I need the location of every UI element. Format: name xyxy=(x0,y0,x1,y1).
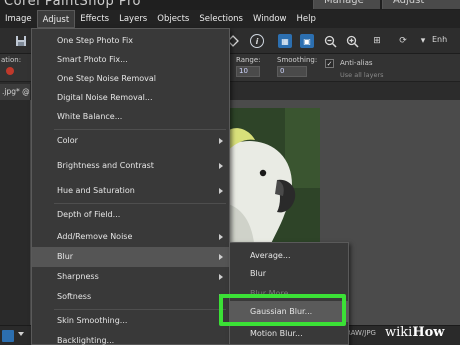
red-tool-icon[interactable] xyxy=(6,67,14,75)
menu-item-add-remove-noise[interactable]: Add/Remove Noise xyxy=(32,227,229,247)
zoom-out-icon[interactable] xyxy=(323,34,337,48)
info-icon[interactable]: i xyxy=(250,34,264,48)
menu-item-depth-of-field[interactable]: Depth of Field... xyxy=(32,205,229,225)
histogram-icon[interactable]: ▦ xyxy=(278,34,292,48)
menu-item-white-balance[interactable]: White Balance... xyxy=(32,107,229,127)
use-all-layers-label: Use all layers xyxy=(340,71,384,79)
submenu-item-blur[interactable]: Blur xyxy=(230,263,348,284)
status-file-type: RAW/JPG xyxy=(346,329,376,337)
workspace-tab-manage[interactable]: Manage xyxy=(313,0,380,9)
app-title: Corel PaintShop Pro xyxy=(4,0,141,9)
menu-objects[interactable]: Objects xyxy=(152,10,194,28)
panel-toggle-icon[interactable] xyxy=(2,330,14,342)
menu-layers[interactable]: Layers xyxy=(114,10,152,28)
menu-item-one-step-photo-fix[interactable]: One Step Photo Fix xyxy=(32,31,229,51)
refresh-icon[interactable]: ⟳ xyxy=(396,34,410,48)
menu-item-one-step-noise-removal[interactable]: One Step Noise Removal xyxy=(32,69,229,89)
menu-item-skin-smoothing[interactable]: Skin Smoothing... xyxy=(32,311,229,331)
submenu-arrow-icon xyxy=(219,234,223,240)
range-label: Range: xyxy=(236,56,261,64)
menu-separator xyxy=(54,129,226,130)
smoothing-label: Smoothing: xyxy=(277,56,318,64)
title-bar: Corel PaintShop Pro Manage Adjust xyxy=(0,0,460,10)
submenu-arrow-icon xyxy=(219,138,223,144)
menu-item-smart-photo-fix[interactable]: Smart Photo Fix... xyxy=(32,50,229,70)
crop-icon[interactable]: ▣ xyxy=(300,34,314,48)
menu-separator xyxy=(54,309,226,310)
zoom-in-icon[interactable] xyxy=(345,34,359,48)
left-panel xyxy=(0,100,30,325)
save-icon[interactable] xyxy=(14,34,28,48)
antialias-label: Anti-alias xyxy=(340,59,373,67)
menu-selections[interactable]: Selections xyxy=(194,10,248,28)
menu-item-color[interactable]: Color xyxy=(32,131,229,151)
menu-help[interactable]: Help xyxy=(292,10,321,28)
enhance-label[interactable]: Enh xyxy=(432,35,447,44)
menu-separator xyxy=(54,203,226,204)
highlight-box xyxy=(219,294,346,326)
menu-window[interactable]: Window xyxy=(248,10,292,28)
menu-image[interactable]: Image xyxy=(0,10,37,28)
tool-mode-label: ation: xyxy=(1,56,22,64)
menu-item-sharpness[interactable]: Sharpness xyxy=(32,267,229,287)
document-tab[interactable]: .jpg* @ xyxy=(0,84,30,100)
wikihow-watermark: wikiHow xyxy=(385,325,445,340)
menu-adjust[interactable]: Adjust xyxy=(36,10,76,28)
menu-item-backlighting[interactable]: Backlighting... xyxy=(32,331,229,345)
menu-bar: Image Adjust Effects Layers Objects Sele… xyxy=(0,10,460,28)
chevron-down-icon[interactable] xyxy=(18,332,24,336)
submenu-arrow-icon xyxy=(219,254,223,260)
range-input[interactable]: 10 xyxy=(236,66,260,77)
submenu-arrow-icon xyxy=(219,274,223,280)
smoothing-input[interactable]: 0 xyxy=(277,66,307,77)
menu-item-digital-noise-removal[interactable]: Digital Noise Removal... xyxy=(32,88,229,108)
submenu-item-motion-blur[interactable]: Motion Blur... xyxy=(230,323,348,344)
menu-item-softness[interactable]: Softness xyxy=(32,287,229,307)
workspace-tab-adjust[interactable]: Adjust xyxy=(382,0,460,9)
menu-item-blur[interactable]: Blur xyxy=(32,247,229,267)
submenu-arrow-icon xyxy=(219,163,223,169)
menu-item-brightness-contrast[interactable]: Brightness and Contrast xyxy=(32,156,229,176)
grid-icon[interactable]: ⊞ xyxy=(370,34,384,48)
submenu-arrow-icon xyxy=(219,188,223,194)
chevron-down-icon[interactable]: ▾ xyxy=(416,34,430,48)
antialias-checkbox[interactable]: ✓ xyxy=(325,59,334,68)
adjust-menu: One Step Photo Fix Smart Photo Fix... On… xyxy=(31,28,230,345)
menu-effects[interactable]: Effects xyxy=(75,10,114,28)
menu-item-hue-saturation[interactable]: Hue and Saturation xyxy=(32,181,229,201)
